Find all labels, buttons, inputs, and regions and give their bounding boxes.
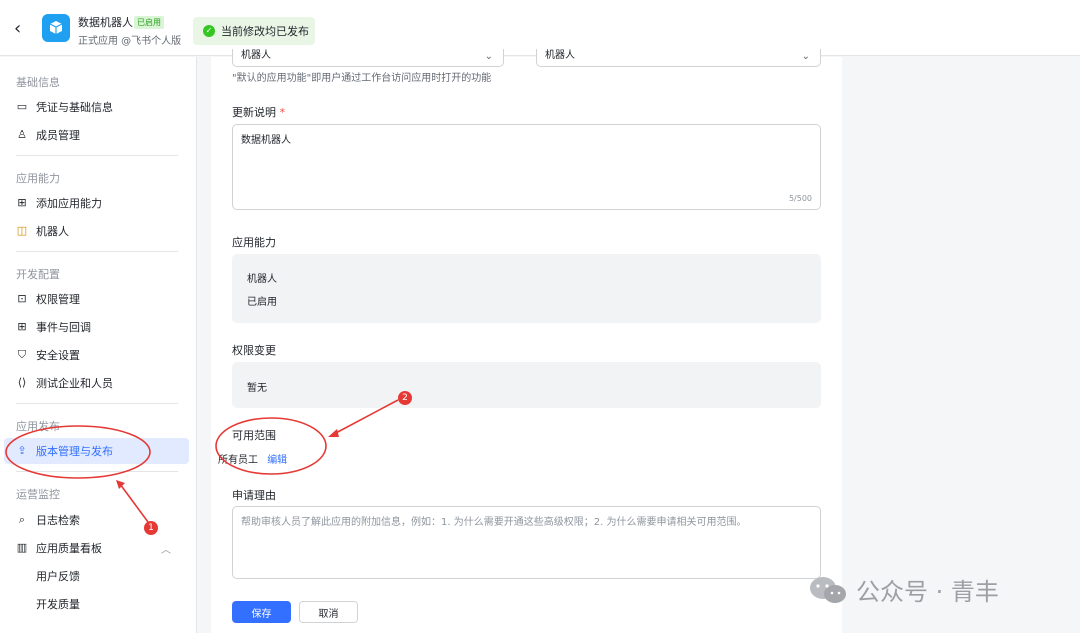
divider xyxy=(16,403,178,404)
app-status-badge: 已启用 xyxy=(134,16,164,29)
sidebar-item-version-publish[interactable]: ⇪ 版本管理与发布 xyxy=(4,438,189,464)
scope-label: 可用范围 xyxy=(232,429,276,442)
sidebar-item-events[interactable]: ⊞ 事件与回调 xyxy=(4,314,189,340)
sidebar: 基础信息 ▭ 凭证与基础信息 ♙ 成员管理 应用能力 ⊞ 添加应用能力 ◫ 机器… xyxy=(0,57,197,633)
group-title-basic: 基础信息 xyxy=(16,76,60,89)
divider xyxy=(16,251,178,252)
permission-change-label: 权限变更 xyxy=(232,344,276,357)
annotation-badge-2: 2 xyxy=(398,391,412,405)
group-title-capability: 应用能力 xyxy=(16,172,60,185)
app-subtitle: 正式应用 @飞书个人版 xyxy=(78,36,182,47)
default-feature-select-mobile[interactable]: 机器人 ⌄ xyxy=(536,49,821,67)
check-circle-icon: ✓ xyxy=(203,25,215,37)
member-icon: ♙ xyxy=(17,128,27,141)
default-feature-select-pc[interactable]: 机器人 ⌄ xyxy=(232,49,504,67)
sidebar-item-test-users[interactable]: ⟨⟩ 测试企业和人员 xyxy=(4,370,189,396)
scope-edit-link[interactable]: 编辑 xyxy=(267,455,287,466)
capability-status: 已启用 xyxy=(247,297,277,308)
chevron-down-icon: ⌄ xyxy=(801,51,810,62)
sidebar-item-security[interactable]: ⛉ 安全设置 xyxy=(4,342,189,368)
sidebar-item-permissions[interactable]: ⊡ 权限管理 xyxy=(4,286,189,312)
save-button[interactable]: 保存 xyxy=(232,601,291,623)
app-name: 数据机器人 xyxy=(78,16,133,29)
sidebar-item-credentials[interactable]: ▭ 凭证与基础信息 xyxy=(4,94,189,120)
required-mark: * xyxy=(279,106,286,119)
scope-value-row: 所有员工 编辑 xyxy=(218,451,287,466)
code-icon: ⟨⟩ xyxy=(17,376,27,389)
sidebar-item-quality-board[interactable]: ▥ 应用质量看板 ︿ xyxy=(4,535,189,561)
event-icon: ⊞ xyxy=(17,320,27,333)
chevron-up-icon: ︿ xyxy=(161,544,171,556)
top-bar: ‹ 数据机器人 已启用 正式应用 @飞书个人版 ✓ 当前修改均已发布 xyxy=(0,0,1080,56)
sidebar-item-log-search[interactable]: ⌕ 日志检索 xyxy=(4,507,189,533)
shield-icon: ⛉ xyxy=(17,348,27,361)
update-notes-input[interactable]: 数据机器人 5/500 xyxy=(232,124,821,210)
cancel-button[interactable]: 取消 xyxy=(299,601,358,623)
main-content: 机器人 ⌄ 机器人 ⌄ "默认的应用功能"即用户通过工作台访问应用时打开的功能 … xyxy=(211,49,842,633)
scope-value: 所有员工 xyxy=(218,455,258,466)
sidebar-item-dev-quality[interactable]: 开发质量 xyxy=(4,591,189,617)
bar-chart-icon: ▥ xyxy=(16,541,28,554)
wechat-logo-icon xyxy=(810,576,846,603)
char-counter: 5/500 xyxy=(788,194,812,203)
lock-icon: ⊡ xyxy=(17,292,27,305)
group-title-monitor: 运营监控 xyxy=(16,488,60,501)
search-log-icon: ⌕ xyxy=(18,513,26,526)
sidebar-item-robot[interactable]: ◫ 机器人 xyxy=(4,218,189,244)
sidebar-item-add-capability[interactable]: ⊞ 添加应用能力 xyxy=(4,190,189,216)
watermark: 公众号 · 青丰 xyxy=(808,572,999,607)
permission-change-value: 暂无 xyxy=(247,383,267,394)
grid-add-icon: ⊞ xyxy=(17,196,27,209)
default-feature-hint: "默认的应用功能"即用户通过工作台访问应用时打开的功能 xyxy=(232,73,492,84)
permission-change-box: 暂无 xyxy=(232,362,821,408)
sidebar-item-user-feedback[interactable]: 用户反馈 xyxy=(4,563,189,589)
update-notes-label: 更新说明 * xyxy=(232,106,286,119)
capability-box: 机器人 已启用 xyxy=(232,254,821,323)
reason-label: 申请理由 xyxy=(232,489,276,502)
group-title-dev: 开发配置 xyxy=(16,268,60,281)
divider xyxy=(16,471,178,472)
chevron-down-icon: ⌄ xyxy=(484,51,493,62)
sidebar-item-members[interactable]: ♙ 成员管理 xyxy=(4,122,189,148)
annotation-badge-1: 1 xyxy=(144,521,158,535)
capability-label: 应用能力 xyxy=(232,236,276,249)
credential-icon: ▭ xyxy=(16,100,28,113)
robot-icon: ◫ xyxy=(16,224,28,237)
app-cube-icon xyxy=(42,14,70,42)
group-title-publish: 应用发布 xyxy=(16,420,60,433)
capability-name: 机器人 xyxy=(247,274,277,285)
watermark-text: 公众号 · 青丰 xyxy=(856,578,999,606)
upload-icon: ⇪ xyxy=(17,444,27,457)
publish-status-text: 当前修改均已发布 xyxy=(221,25,309,38)
back-arrow-icon[interactable]: ‹ xyxy=(14,18,32,40)
reason-input[interactable]: 帮助审核人员了解此应用的附加信息，例如：1. 为什么需要开通这些高级权限；2. … xyxy=(232,506,821,579)
publish-status-banner: ✓ 当前修改均已发布 xyxy=(193,17,315,45)
divider xyxy=(16,155,178,156)
